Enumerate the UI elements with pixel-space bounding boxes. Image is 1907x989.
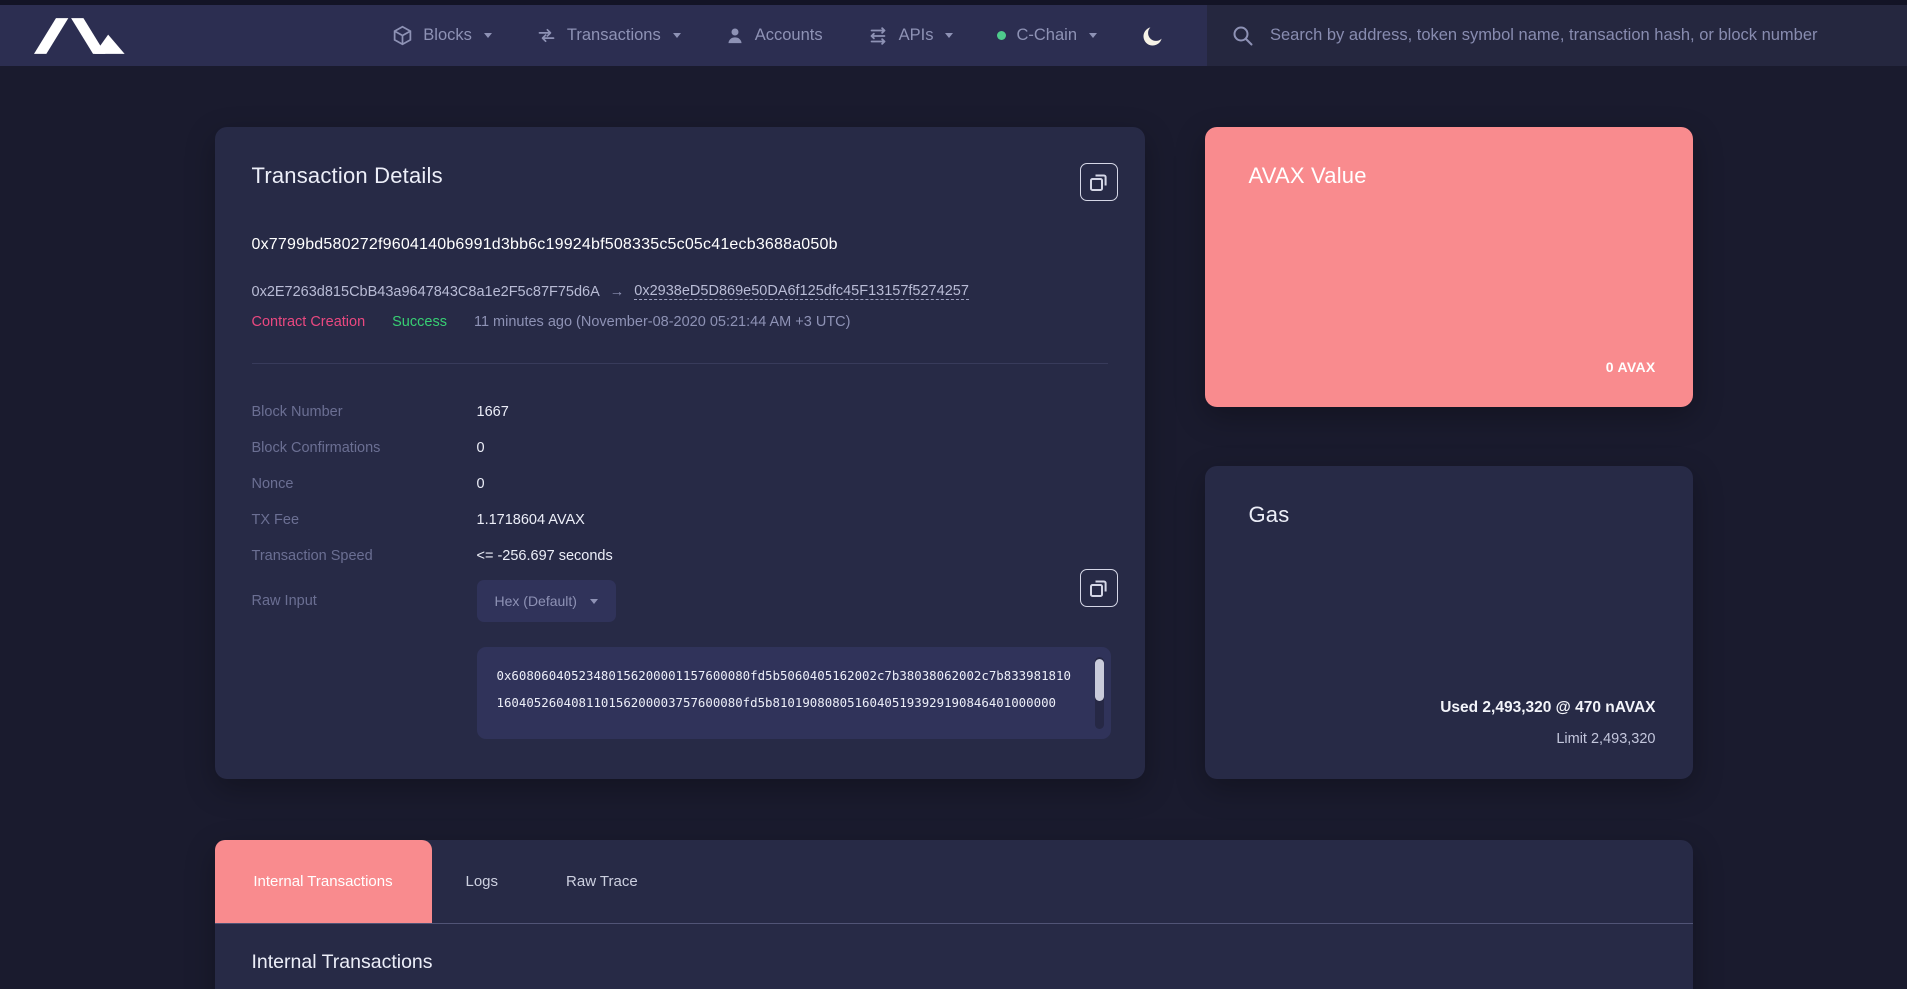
chevron-down-icon xyxy=(945,33,953,38)
cube-icon xyxy=(392,25,413,46)
nav-item-accounts[interactable]: Accounts xyxy=(725,26,823,46)
raw-input-format-dropdown[interactable]: Hex (Default) xyxy=(477,580,616,622)
tab-internal-transactions[interactable]: Internal Transactions xyxy=(215,840,432,923)
transaction-route: 0x2E7263d815CbB43a9647843C8a1e2F5c87F75d… xyxy=(252,283,1108,300)
tab-logs[interactable]: Logs xyxy=(432,840,533,923)
api-lines-icon xyxy=(867,25,889,47)
avalanche-logo[interactable] xyxy=(34,16,126,56)
scrollbar-thumb[interactable] xyxy=(1095,659,1104,701)
gas-limit-value: Limit 2,493,320 xyxy=(1556,731,1655,747)
divider xyxy=(252,363,1108,364)
transaction-type-label: Contract Creation xyxy=(252,314,366,330)
arrow-right-icon: → xyxy=(610,284,625,300)
nav-item-blocks[interactable]: Blocks xyxy=(392,25,492,46)
copy-icon xyxy=(1089,579,1108,598)
nav-item-label: C-Chain xyxy=(1016,26,1077,45)
raw-input-label: Raw Input xyxy=(252,580,477,622)
transaction-details-card: Transaction Details 0x7799bd580272f96041… xyxy=(215,127,1145,779)
status-badge: Success xyxy=(392,314,447,330)
copy-icon xyxy=(1089,173,1108,192)
table-row: TX Fee 1.1718604 AVAX xyxy=(252,502,1108,538)
chevron-down-icon xyxy=(484,33,492,38)
chevron-down-icon xyxy=(1089,33,1097,38)
from-address: 0x2E7263d815CbB43a9647843C8a1e2F5c87F75d… xyxy=(252,284,600,300)
transaction-tabs-card: Internal Transactions Logs Raw Trace Int… xyxy=(215,840,1693,989)
search-bar xyxy=(1207,5,1907,66)
moon-icon xyxy=(1141,24,1165,48)
nav-item-label: Accounts xyxy=(755,26,823,45)
tab-raw-trace[interactable]: Raw Trace xyxy=(532,840,672,923)
right-column: AVAX Value 0 AVAX Gas Used 2,493,320 @ 4… xyxy=(1205,127,1693,779)
section-title: Internal Transactions xyxy=(252,951,1693,974)
raw-input-row: Raw Input Hex (Default) xyxy=(252,580,1108,622)
tab-bar: Internal Transactions Logs Raw Trace xyxy=(215,840,1693,924)
table-row: Block Number 1667 xyxy=(252,394,1108,430)
avalanche-logo-icon xyxy=(34,16,126,56)
green-status-dot xyxy=(997,31,1006,40)
search-icon xyxy=(1231,24,1255,48)
nav-item-apis[interactable]: APIs xyxy=(867,25,954,47)
card-title: AVAX Value xyxy=(1249,163,1649,189)
transaction-hash: 0x7799bd580272f9604140b6991d3bb6c19924bf… xyxy=(252,236,1108,254)
raw-input-data: 0x60806040523480156200001157600080fd5b50… xyxy=(497,662,1075,716)
table-row: Block Confirmations 0 xyxy=(252,430,1108,466)
card-title: Transaction Details xyxy=(252,163,1108,189)
nav-menu: Blocks Transactions Accounts APIs xyxy=(392,24,1173,48)
copy-transaction-button[interactable] xyxy=(1080,163,1118,201)
nav-item-transactions[interactable]: Transactions xyxy=(536,25,681,46)
chevron-down-icon xyxy=(673,33,681,38)
gas-used-value: Used 2,493,320 @ 470 nAVAX xyxy=(1440,699,1655,717)
transaction-info-rows: Block Number 1667 Block Confirmations 0 … xyxy=(252,394,1108,574)
main-content: Transaction Details 0x7799bd580272f96041… xyxy=(215,127,1693,779)
search-input[interactable] xyxy=(1270,26,1883,45)
card-title: Gas xyxy=(1249,502,1649,528)
scrollbar-track[interactable] xyxy=(1095,657,1104,729)
avax-amount: 0 AVAX xyxy=(1606,359,1656,375)
theme-toggle-button[interactable] xyxy=(1141,24,1165,48)
nav-item-label: Transactions xyxy=(567,26,661,45)
timestamp: 11 minutes ago (November-08-2020 05:21:4… xyxy=(474,314,851,330)
transaction-status-line: Contract Creation Success 11 minutes ago… xyxy=(252,314,1108,330)
nav-item-label: APIs xyxy=(899,26,934,45)
raw-input-data-box[interactable]: 0x60806040523480156200001157600080fd5b50… xyxy=(477,647,1111,739)
navbar: Blocks Transactions Accounts APIs xyxy=(0,5,1907,66)
chevron-down-icon xyxy=(590,599,598,604)
person-icon xyxy=(725,26,745,46)
swap-arrows-icon xyxy=(536,25,557,46)
copy-raw-input-button[interactable] xyxy=(1080,569,1118,607)
to-address-link[interactable]: 0x2938eD5D869e50DA6f125dfc45F13157f52742… xyxy=(634,283,969,300)
nav-item-c-chain[interactable]: C-Chain xyxy=(997,26,1097,45)
table-row: Transaction Speed <= -256.697 seconds xyxy=(252,538,1108,574)
nav-item-label: Blocks xyxy=(423,26,472,45)
table-row: Nonce 0 xyxy=(252,466,1108,502)
gas-card: Gas Used 2,493,320 @ 470 nAVAX Limit 2,4… xyxy=(1205,466,1693,779)
avax-value-card: AVAX Value 0 AVAX xyxy=(1205,127,1693,407)
